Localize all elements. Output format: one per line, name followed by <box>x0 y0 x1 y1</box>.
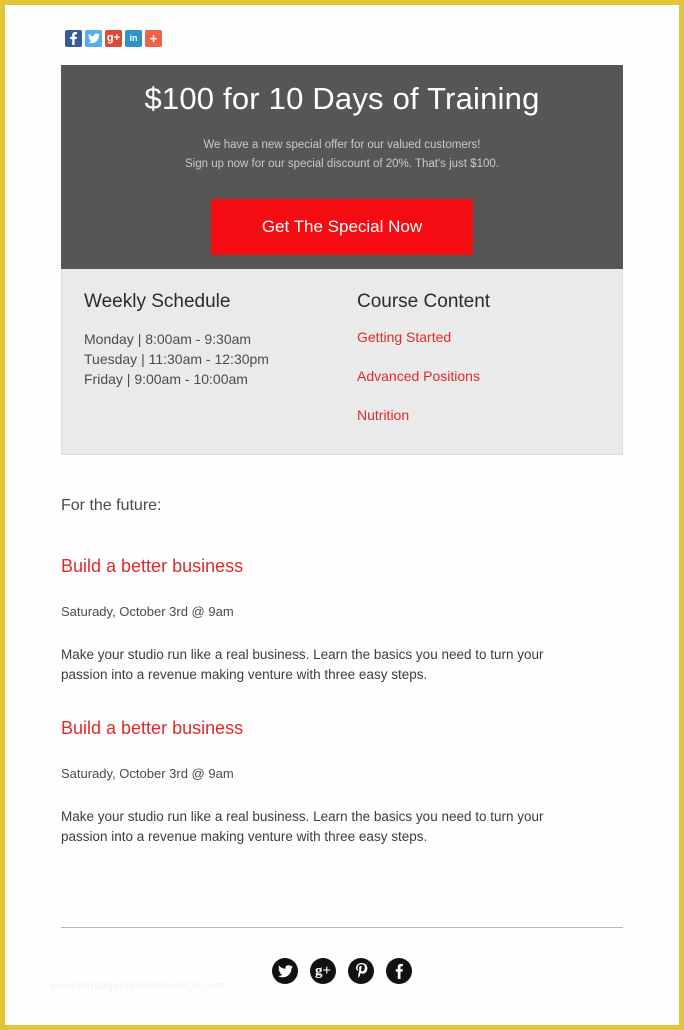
article-item: Build a better business Saturady, Octobe… <box>61 718 591 847</box>
share-plus-share-icon[interactable]: + <box>145 30 162 47</box>
course-content-column: Course Content Getting Started Advanced … <box>357 291 607 446</box>
share-google-plus-icon[interactable]: g+ <box>105 30 122 47</box>
weekly-schedule-column: Weekly Schedule Monday | 8:00am - 9:30am… <box>84 291 344 389</box>
share-bar: g+ in + <box>65 30 162 47</box>
for-the-future-label: For the future: <box>61 497 162 514</box>
course-link-nutrition[interactable]: Nutrition <box>357 407 607 423</box>
share-twitter-icon[interactable] <box>85 30 102 47</box>
article-title-link[interactable]: Build a better business <box>61 556 591 577</box>
share-linkedin-icon[interactable]: in <box>125 30 142 47</box>
info-panel: Weekly Schedule Monday | 8:00am - 9:30am… <box>61 269 623 455</box>
article-body: Make your studio run like a real busines… <box>61 809 544 844</box>
article-item: Build a better business Saturady, Octobe… <box>61 556 591 685</box>
course-link-advanced-positions[interactable]: Advanced Positions <box>357 368 607 384</box>
email-body: g+ in + $100 for 10 Days of Training We … <box>5 5 679 1025</box>
footer-divider <box>61 927 623 928</box>
article-title-link[interactable]: Build a better business <box>61 718 591 739</box>
article-date: Saturady, October 3rd @ 9am <box>61 604 234 619</box>
hero-subtitle: We have a new special offer for our valu… <box>61 136 623 174</box>
weekly-schedule-heading: Weekly Schedule <box>84 291 231 312</box>
get-the-special-now-button[interactable]: Get The Special Now <box>211 199 473 255</box>
hero-title: $100 for 10 Days of Training <box>144 81 540 116</box>
hero-subtitle-line-1: We have a new special offer for our valu… <box>203 139 481 151</box>
footer-google-plus-icon[interactable]: g+ <box>310 958 336 984</box>
hero-panel: $100 for 10 Days of Training We have a n… <box>61 65 623 269</box>
article-body: Make your studio run like a real busines… <box>61 647 544 682</box>
course-content-heading: Course Content <box>357 291 491 312</box>
watermark-text: www.heritagechristiancollege.com <box>50 980 226 992</box>
schedule-entry: Monday | 8:00am - 9:30am <box>84 331 252 347</box>
schedule-entry: Tuesday | 11:30am - 12:30pm <box>84 351 269 367</box>
article-date: Saturady, October 3rd @ 9am <box>61 766 234 781</box>
share-facebook-icon[interactable] <box>65 30 82 47</box>
footer-twitter-icon[interactable] <box>272 958 298 984</box>
schedule-entry: Friday | 9:00am - 10:00am <box>84 371 248 387</box>
course-link-getting-started[interactable]: Getting Started <box>357 329 607 345</box>
footer-pinterest-icon[interactable] <box>348 958 374 984</box>
email-template-page: g+ in + $100 for 10 Days of Training We … <box>0 0 684 1030</box>
footer-facebook-icon[interactable] <box>386 958 412 984</box>
hero-subtitle-line-2: Sign up now for our special discount of … <box>185 158 499 170</box>
